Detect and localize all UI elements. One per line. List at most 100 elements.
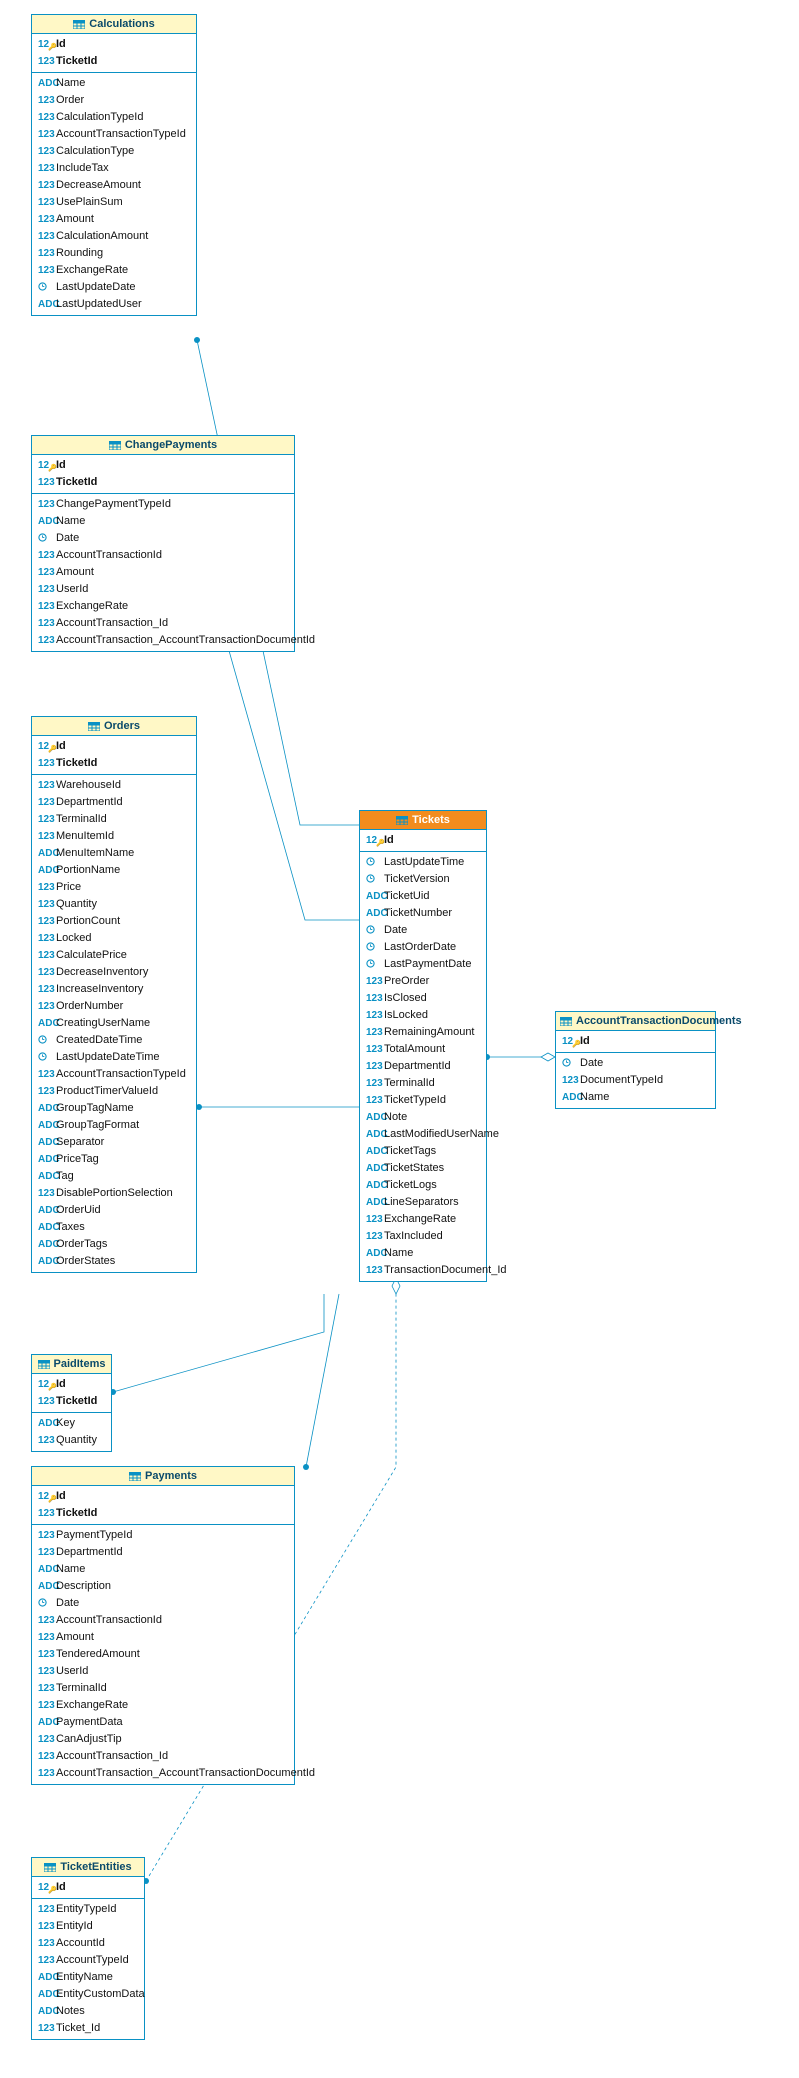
column-row[interactable]: ADCPaymentData (32, 1714, 294, 1731)
column-row[interactable]: 123AccountId (32, 1935, 144, 1952)
column-row[interactable]: 123ExchangeRate (32, 598, 294, 615)
column-row[interactable]: ADCEntityName (32, 1969, 144, 1986)
column-row[interactable]: 12🔑Id (360, 832, 486, 849)
column-row[interactable]: ADCMenuItemName (32, 845, 196, 862)
table-payments[interactable]: Payments 12🔑Id123TicketId 123PaymentType… (31, 1466, 295, 1785)
column-row[interactable]: 123TerminalId (32, 811, 196, 828)
column-row[interactable]: 123TransactionDocument_Id (360, 1262, 486, 1279)
column-row[interactable]: 123AccountTransaction_Id (32, 1748, 294, 1765)
column-row[interactable]: 12🔑Id (32, 1376, 111, 1393)
column-row[interactable]: ADCLastUpdatedUser (32, 296, 196, 313)
column-row[interactable]: ADCNotes (32, 2003, 144, 2020)
table-ticketentities[interactable]: TicketEntities 12🔑Id 123EntityTypeId123E… (31, 1857, 145, 2040)
column-row[interactable]: ADCDescription (32, 1578, 294, 1595)
column-row[interactable]: 123AccountTransactionTypeId (32, 1066, 196, 1083)
column-row[interactable]: ADCGroupTagFormat (32, 1117, 196, 1134)
column-row[interactable]: ADCTicketTags (360, 1143, 486, 1160)
column-row[interactable]: 123CalculationAmount (32, 228, 196, 245)
column-row[interactable]: 123AccountTransaction_AccountTransaction… (32, 1765, 294, 1782)
column-row[interactable]: 123AccountTransaction_Id (32, 615, 294, 632)
column-row[interactable]: 123PaymentTypeId (32, 1527, 294, 1544)
column-row[interactable]: LastUpdateDate (32, 279, 196, 296)
column-row[interactable]: ADCTicketNumber (360, 905, 486, 922)
column-row[interactable]: Date (556, 1055, 715, 1072)
column-row[interactable]: 123TenderedAmount (32, 1646, 294, 1663)
column-row[interactable]: ADCTicketLogs (360, 1177, 486, 1194)
column-row[interactable]: Date (32, 1595, 294, 1612)
column-row[interactable]: ADCTicketStates (360, 1160, 486, 1177)
column-row[interactable]: ADCName (32, 513, 294, 530)
column-row[interactable]: 123IncreaseInventory (32, 981, 196, 998)
column-row[interactable]: 123MenuItemId (32, 828, 196, 845)
column-row[interactable]: ADCNote (360, 1109, 486, 1126)
column-row[interactable]: 123TicketId (32, 1505, 294, 1522)
column-row[interactable]: ADCPortionName (32, 862, 196, 879)
column-row[interactable]: LastPaymentDate (360, 956, 486, 973)
column-row[interactable]: 123AccountTypeId (32, 1952, 144, 1969)
column-row[interactable]: 123Order (32, 92, 196, 109)
column-row[interactable]: 123OrderNumber (32, 998, 196, 1015)
column-row[interactable]: 12🔑Id (32, 738, 196, 755)
column-row[interactable]: ADCLastModifiedUserName (360, 1126, 486, 1143)
column-row[interactable]: ADCName (32, 1561, 294, 1578)
column-row[interactable]: 123Locked (32, 930, 196, 947)
table-orders[interactable]: Orders 12🔑Id123TicketId 123WarehouseId12… (31, 716, 197, 1273)
column-row[interactable]: 123CalculationTypeId (32, 109, 196, 126)
column-row[interactable]: 123TotalAmount (360, 1041, 486, 1058)
column-row[interactable]: 123UserId (32, 581, 294, 598)
column-row[interactable]: 123Quantity (32, 1432, 111, 1449)
column-row[interactable]: CreatedDateTime (32, 1032, 196, 1049)
column-row[interactable]: 123Rounding (32, 245, 196, 262)
column-row[interactable]: 123TicketId (32, 474, 294, 491)
column-row[interactable]: Date (32, 530, 294, 547)
column-row[interactable]: 123TicketTypeId (360, 1092, 486, 1109)
column-row[interactable]: 123Price (32, 879, 196, 896)
column-row[interactable]: 123DocumentTypeId (556, 1072, 715, 1089)
column-row[interactable]: ADCTaxes (32, 1219, 196, 1236)
column-row[interactable]: 12🔑Id (32, 36, 196, 53)
column-row[interactable]: 12🔑Id (32, 1879, 144, 1896)
column-row[interactable]: 123CalculationType (32, 143, 196, 160)
table-tickets[interactable]: Tickets 12🔑Id LastUpdateTimeTicketVersio… (359, 810, 487, 1282)
column-row[interactable]: 123TerminalId (32, 1680, 294, 1697)
column-row[interactable]: ADCName (556, 1089, 715, 1106)
table-calculations[interactable]: Calculations 12🔑Id123TicketId ADCName123… (31, 14, 197, 316)
column-row[interactable]: ADCLineSeparators (360, 1194, 486, 1211)
column-row[interactable]: 123AccountTransactionId (32, 547, 294, 564)
column-row[interactable]: 123Amount (32, 211, 196, 228)
column-row[interactable]: 123ProductTimerValueId (32, 1083, 196, 1100)
column-row[interactable]: ADCName (32, 75, 196, 92)
column-row[interactable]: 123DepartmentId (32, 1544, 294, 1561)
column-row[interactable]: ADCOrderUid (32, 1202, 196, 1219)
column-row[interactable]: 123DepartmentId (360, 1058, 486, 1075)
table-paiditems[interactable]: PaidItems 12🔑Id123TicketId ADCKey123Quan… (31, 1354, 112, 1452)
column-row[interactable]: 123DecreaseAmount (32, 177, 196, 194)
column-row[interactable]: 123IsClosed (360, 990, 486, 1007)
column-row[interactable]: ADCTag (32, 1168, 196, 1185)
column-row[interactable]: ADCPriceTag (32, 1151, 196, 1168)
column-row[interactable]: Date (360, 922, 486, 939)
column-row[interactable]: 123PortionCount (32, 913, 196, 930)
column-row[interactable]: LastOrderDate (360, 939, 486, 956)
column-row[interactable]: ADCOrderStates (32, 1253, 196, 1270)
column-row[interactable]: 123ExchangeRate (360, 1211, 486, 1228)
column-row[interactable]: 123TaxIncluded (360, 1228, 486, 1245)
column-row[interactable]: 123IncludeTax (32, 160, 196, 177)
column-row[interactable]: 123DepartmentId (32, 794, 196, 811)
column-row[interactable]: ADCCreatingUserName (32, 1015, 196, 1032)
column-row[interactable]: LastUpdateTime (360, 854, 486, 871)
column-row[interactable]: ADCSeparator (32, 1134, 196, 1151)
column-row[interactable]: 12🔑Id (32, 457, 294, 474)
column-row[interactable]: 123Ticket_Id (32, 2020, 144, 2037)
column-row[interactable]: 123DisablePortionSelection (32, 1185, 196, 1202)
column-row[interactable]: 123AccountTransactionId (32, 1612, 294, 1629)
column-row[interactable]: 123EntityId (32, 1918, 144, 1935)
column-row[interactable]: ADCTicketUid (360, 888, 486, 905)
column-row[interactable]: ADCName (360, 1245, 486, 1262)
column-row[interactable]: 123DecreaseInventory (32, 964, 196, 981)
column-row[interactable]: ADCOrderTags (32, 1236, 196, 1253)
column-row[interactable]: 123Amount (32, 564, 294, 581)
column-row[interactable]: TicketVersion (360, 871, 486, 888)
column-row[interactable]: 123AccountTransaction_AccountTransaction… (32, 632, 294, 649)
table-account-transaction-documents[interactable]: AccountTransactionDocuments 12🔑Id Date12… (555, 1011, 716, 1109)
